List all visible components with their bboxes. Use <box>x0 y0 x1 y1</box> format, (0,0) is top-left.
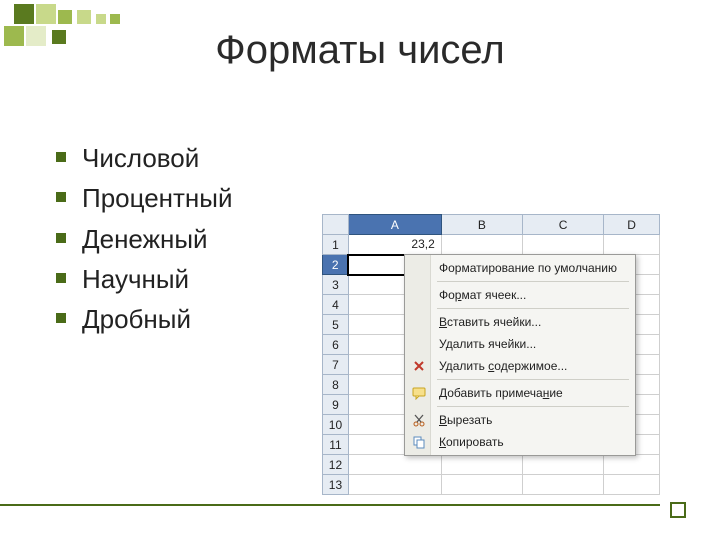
cell-A1[interactable]: 23,2 <box>348 235 441 255</box>
menu-cut[interactable]: Вырезать <box>407 409 633 431</box>
menu-clear-contents[interactable]: Удалить содержимое... <box>407 355 633 377</box>
list-item: Научный <box>56 259 233 299</box>
menu-label: Форматирование по умолчанию <box>439 261 617 275</box>
row-header[interactable]: 5 <box>323 315 349 335</box>
cell[interactable] <box>523 455 604 475</box>
row-header[interactable]: 6 <box>323 335 349 355</box>
menu-default-formatting[interactable]: Форматирование по умолчанию <box>407 257 633 279</box>
cell[interactable] <box>441 455 522 475</box>
cell[interactable] <box>604 475 660 495</box>
row-header[interactable]: 9 <box>323 395 349 415</box>
list-item: Денежный <box>56 219 233 259</box>
menu-separator <box>437 379 629 380</box>
row-header[interactable]: 13 <box>323 475 349 495</box>
footer-box-icon <box>670 502 686 518</box>
row-header[interactable]: 8 <box>323 375 349 395</box>
row-header[interactable]: 7 <box>323 355 349 375</box>
menu-label: Формат ячеек... <box>439 288 526 302</box>
col-header-B[interactable]: B <box>441 215 522 235</box>
menu-format-cells[interactable]: Формат ячеек... <box>407 284 633 306</box>
cell[interactable] <box>523 235 604 255</box>
cell[interactable] <box>348 475 441 495</box>
cell[interactable] <box>604 455 660 475</box>
page-title: Форматы чисел <box>0 28 720 73</box>
row-header[interactable]: 10 <box>323 415 349 435</box>
menu-separator <box>437 308 629 309</box>
menu-separator <box>437 406 629 407</box>
row-header[interactable]: 1 <box>323 235 349 255</box>
col-header-D[interactable]: D <box>604 215 660 235</box>
cut-icon <box>411 412 427 428</box>
menu-add-comment[interactable]: Добавить примечание <box>407 382 633 404</box>
menu-label: Удалить содержимое... <box>439 359 567 373</box>
row-header[interactable]: 4 <box>323 295 349 315</box>
clear-icon <box>411 358 427 374</box>
menu-insert-cells[interactable]: Вставить ячейки... <box>407 311 633 333</box>
list-item: Числовой <box>56 138 233 178</box>
cell[interactable] <box>604 235 660 255</box>
row-header[interactable]: 11 <box>323 435 349 455</box>
row-header[interactable]: 2 <box>323 255 349 275</box>
col-header-A[interactable]: A <box>348 215 441 235</box>
list-item: Процентный <box>56 178 233 218</box>
row-header[interactable]: 3 <box>323 275 349 295</box>
menu-label: Вырезать <box>439 413 492 427</box>
cell[interactable] <box>441 235 522 255</box>
spreadsheet: A B C D 1 23,2 2 3 4 5 6 7 8 9 10 11 12 … <box>322 214 660 495</box>
copy-icon <box>411 434 427 450</box>
cell[interactable] <box>348 455 441 475</box>
cell[interactable] <box>523 475 604 495</box>
menu-separator <box>437 281 629 282</box>
menu-label: Вставить ячейки... <box>439 315 541 329</box>
col-header-C[interactable]: C <box>523 215 604 235</box>
menu-label: Копировать <box>439 435 504 449</box>
format-list: Числовой Процентный Денежный Научный Дро… <box>56 138 233 339</box>
context-menu: Форматирование по умолчанию Формат ячеек… <box>404 254 636 456</box>
footer-rule <box>0 504 660 506</box>
menu-copy[interactable]: Копировать <box>407 431 633 453</box>
comment-icon <box>411 385 427 401</box>
select-all-corner[interactable] <box>323 215 349 235</box>
menu-label: Добавить примечание <box>439 386 563 400</box>
menu-delete-cells[interactable]: Удалить ячейки... <box>407 333 633 355</box>
cell[interactable] <box>441 475 522 495</box>
list-item: Дробный <box>56 299 233 339</box>
row-header[interactable]: 12 <box>323 455 349 475</box>
menu-label: Удалить ячейки... <box>439 337 536 351</box>
